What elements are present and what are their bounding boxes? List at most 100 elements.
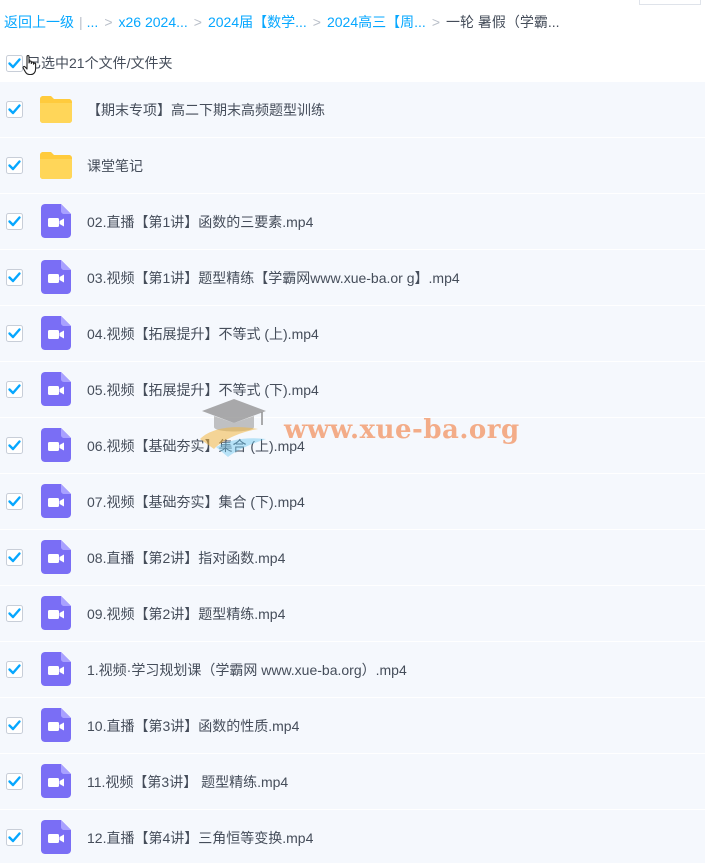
file-row[interactable]: 03.视频【第1讲】题型精练【学霸网www.xue-ba.or g】.mp4 xyxy=(0,250,705,306)
file-name[interactable]: 08.直播【第2讲】指对函数.mp4 xyxy=(87,530,285,586)
row-checkbox[interactable] xyxy=(6,717,23,734)
file-row[interactable]: 课堂笔记 xyxy=(0,138,705,194)
video-file-icon xyxy=(41,260,71,294)
checkbox-checked-icon xyxy=(6,101,23,118)
row-checkbox[interactable] xyxy=(6,661,23,678)
row-checkbox[interactable] xyxy=(6,325,23,342)
row-checkbox[interactable] xyxy=(6,605,23,622)
row-checkbox[interactable] xyxy=(6,381,23,398)
row-checkbox[interactable] xyxy=(6,829,23,846)
video-file-icon xyxy=(41,316,71,350)
file-name[interactable]: 04.视频【拓展提升】不等式 (上).mp4 xyxy=(87,306,319,362)
breadcrumb-item[interactable]: x26 2024... xyxy=(119,14,188,30)
video-file-icon xyxy=(41,596,71,630)
breadcrumb-current: 一轮 暑假（学霸... xyxy=(446,14,560,30)
video-icon-wrap xyxy=(39,316,73,350)
row-checkbox[interactable] xyxy=(6,101,23,118)
checkbox-checked-icon xyxy=(6,213,23,230)
video-file-icon xyxy=(41,484,71,518)
folder-icon-wrap xyxy=(39,92,73,126)
video-icon-wrap xyxy=(39,428,73,462)
checkbox-checked-icon xyxy=(6,157,23,174)
breadcrumb-ellipsis[interactable]: ... xyxy=(87,14,99,30)
file-name[interactable]: 02.直播【第1讲】函数的三要素.mp4 xyxy=(87,194,313,250)
back-link[interactable]: 返回上一级 xyxy=(4,12,74,32)
video-icon-wrap xyxy=(39,820,73,854)
toolbar-edge xyxy=(639,0,701,5)
file-row[interactable]: 09.视频【第2讲】题型精练.mp4 xyxy=(0,586,705,642)
video-file-icon xyxy=(41,708,71,742)
file-list: 【期末专项】高二下期末高频题型训练 课堂笔记 02.直播【第1讲】函数的三要素.mp… xyxy=(0,82,705,863)
file-row[interactable]: 07.视频【基础夯实】集合 (下).mp4 xyxy=(0,474,705,530)
checkbox-checked-icon xyxy=(6,493,23,510)
select-all-checkbox[interactable] xyxy=(6,54,23,72)
file-row[interactable]: 05.视频【拓展提升】不等式 (下).mp4 xyxy=(0,362,705,418)
row-checkbox[interactable] xyxy=(6,493,23,510)
hand-cursor-icon xyxy=(22,55,37,76)
checkbox-checked-icon xyxy=(6,437,23,454)
folder-icon-wrap xyxy=(39,148,73,182)
row-checkbox[interactable] xyxy=(6,213,23,230)
video-file-icon xyxy=(41,204,71,238)
file-row[interactable]: 02.直播【第1讲】函数的三要素.mp4 xyxy=(0,194,705,250)
row-checkbox[interactable] xyxy=(6,437,23,454)
breadcrumb-item[interactable]: 2024高三【周... xyxy=(327,12,426,32)
row-checkbox[interactable] xyxy=(6,269,23,286)
breadcrumb-separator: > xyxy=(312,14,321,30)
checkbox-checked-icon xyxy=(6,269,23,286)
file-row[interactable]: 06.视频【基础夯实】集合 (上).mp4 xyxy=(0,418,705,474)
checkbox-checked-icon xyxy=(6,54,23,72)
checkbox-checked-icon xyxy=(6,325,23,342)
file-row[interactable]: 04.视频【拓展提升】不等式 (上).mp4 xyxy=(0,306,705,362)
file-name[interactable]: 05.视频【拓展提升】不等式 (下).mp4 xyxy=(87,362,319,418)
breadcrumb-divider: | xyxy=(79,14,83,30)
file-name[interactable]: 06.视频【基础夯实】集合 (上).mp4 xyxy=(87,418,305,474)
checkbox-checked-icon xyxy=(6,717,23,734)
video-icon-wrap xyxy=(39,372,73,406)
folder-icon xyxy=(40,96,72,123)
checkbox-checked-icon xyxy=(6,605,23,622)
video-file-icon xyxy=(41,372,71,406)
video-file-icon xyxy=(41,652,71,686)
file-manager-page: 返回上一级 | ... > x26 2024... > 2024届【数学... … xyxy=(0,0,705,863)
checkbox-checked-icon xyxy=(6,381,23,398)
row-checkbox[interactable] xyxy=(6,549,23,566)
breadcrumb: 返回上一级 | ... > x26 2024... > 2024届【数学... … xyxy=(0,0,705,44)
video-icon-wrap xyxy=(39,484,73,518)
file-row[interactable]: 12.直播【第4讲】三角恒等变换.mp4 xyxy=(0,810,705,863)
file-name[interactable]: 【期末专项】高二下期末高频题型训练 xyxy=(87,82,325,138)
breadcrumb-item[interactable]: 2024届【数学... xyxy=(208,12,307,32)
checkbox-checked-icon xyxy=(6,829,23,846)
checkbox-checked-icon xyxy=(6,773,23,790)
video-icon-wrap xyxy=(39,204,73,238)
file-row[interactable]: 10.直播【第3讲】函数的性质.mp4 xyxy=(0,698,705,754)
video-file-icon xyxy=(41,540,71,574)
selection-summary: 已选中21个文件/文件夹 xyxy=(27,55,173,71)
file-row[interactable]: 11.视频【第3讲】 题型精练.mp4 xyxy=(0,754,705,810)
file-name[interactable]: 03.视频【第1讲】题型精练【学霸网www.xue-ba.or g】.mp4 xyxy=(87,250,460,306)
folder-icon xyxy=(40,152,72,179)
video-file-icon xyxy=(41,428,71,462)
video-icon-wrap xyxy=(39,596,73,630)
file-row[interactable]: 1.视频·学习规划课（学霸网 www.xue-ba.org）.mp4 xyxy=(0,642,705,698)
breadcrumb-separator: > xyxy=(431,14,440,30)
video-icon-wrap xyxy=(39,540,73,574)
video-file-icon xyxy=(41,820,71,854)
file-name[interactable]: 12.直播【第4讲】三角恒等变换.mp4 xyxy=(87,810,313,863)
row-checkbox[interactable] xyxy=(6,157,23,174)
select-all-bar: 已选中21个文件/文件夹 xyxy=(0,44,705,82)
file-row[interactable]: 【期末专项】高二下期末高频题型训练 xyxy=(0,82,705,138)
file-row[interactable]: 08.直播【第2讲】指对函数.mp4 xyxy=(0,530,705,586)
file-name[interactable]: 09.视频【第2讲】题型精练.mp4 xyxy=(87,586,285,642)
video-icon-wrap xyxy=(39,764,73,798)
video-icon-wrap xyxy=(39,652,73,686)
file-name[interactable]: 10.直播【第3讲】函数的性质.mp4 xyxy=(87,698,299,754)
video-icon-wrap xyxy=(39,708,73,742)
file-name[interactable]: 11.视频【第3讲】 题型精练.mp4 xyxy=(87,754,288,810)
file-name[interactable]: 1.视频·学习规划课（学霸网 www.xue-ba.org）.mp4 xyxy=(87,642,407,698)
checkbox-checked-icon xyxy=(6,661,23,678)
row-checkbox[interactable] xyxy=(6,773,23,790)
breadcrumb-separator: > xyxy=(104,14,113,30)
file-name[interactable]: 07.视频【基础夯实】集合 (下).mp4 xyxy=(87,474,305,530)
file-name[interactable]: 课堂笔记 xyxy=(87,138,143,194)
